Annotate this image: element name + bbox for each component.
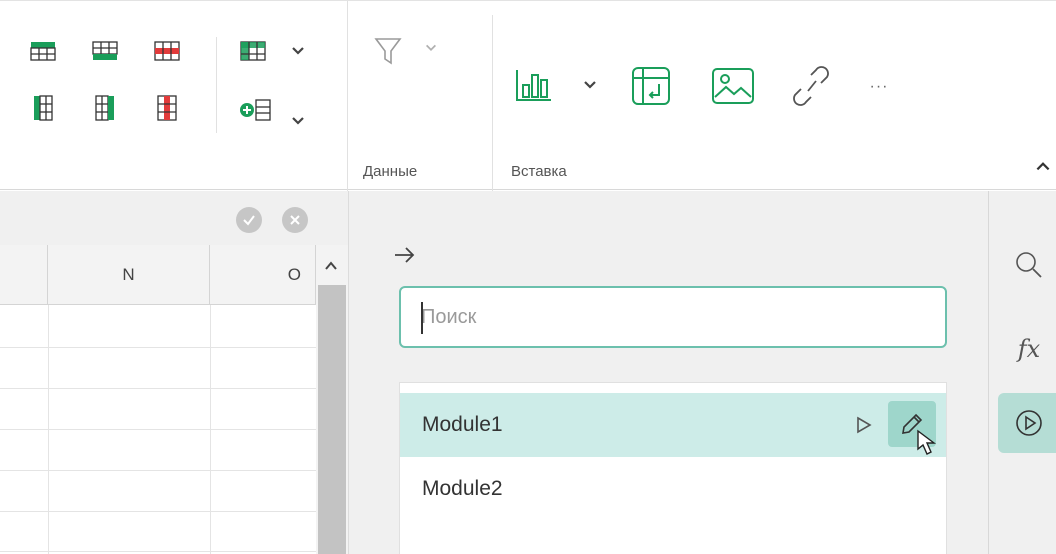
- insert-row-below-button[interactable]: [88, 37, 122, 65]
- image-icon: [712, 68, 754, 104]
- module-list: Module1 Module2: [399, 382, 947, 554]
- module-label: Module2: [422, 477, 503, 500]
- chevron-down-icon[interactable]: [290, 43, 306, 64]
- right-sidebar: fx: [988, 191, 1056, 554]
- scroll-up-arrow-icon[interactable]: [324, 259, 338, 277]
- chevron-down-icon[interactable]: [582, 77, 598, 98]
- insert-column-left-icon: [34, 95, 53, 121]
- pivot-table-icon: [632, 67, 670, 105]
- spreadsheet-grid: N O: [0, 245, 348, 554]
- chevron-up-icon[interactable]: [1034, 157, 1052, 180]
- text-caret: [421, 302, 423, 334]
- filter-button[interactable]: [368, 31, 408, 71]
- insert-cells-button[interactable]: [236, 95, 276, 125]
- filter-icon: [374, 38, 402, 65]
- search-box: [399, 286, 947, 348]
- function-fx-icon: fx: [1017, 335, 1041, 363]
- macro-panel-button[interactable]: [998, 393, 1056, 453]
- column-label: N: [122, 264, 135, 284]
- more-button[interactable]: ···: [864, 75, 894, 99]
- confirm-button[interactable]: [236, 207, 262, 233]
- group-label-data: Данные: [363, 163, 418, 180]
- insert-column-right-button[interactable]: [90, 91, 120, 125]
- mouse-cursor-icon: [917, 429, 937, 455]
- table-style-button[interactable]: [236, 37, 270, 65]
- delete-column-icon: [157, 95, 177, 121]
- table-grid-icon: [240, 41, 266, 61]
- cancel-button[interactable]: [282, 207, 308, 233]
- link-icon: [793, 66, 829, 106]
- search-panel-button[interactable]: [998, 235, 1056, 295]
- run-macro-button[interactable]: [850, 411, 878, 439]
- search-icon: [1016, 252, 1042, 278]
- chart-button[interactable]: [512, 63, 556, 107]
- module-label: Module1: [422, 413, 503, 436]
- delete-column-button[interactable]: [152, 91, 182, 125]
- chart-icon: [516, 70, 551, 101]
- arrow-right-icon[interactable]: [393, 245, 417, 270]
- list-item-module1[interactable]: Module1: [400, 393, 946, 457]
- insert-row-above-button[interactable]: [26, 37, 60, 65]
- search-input[interactable]: [421, 302, 921, 332]
- insert-image-button[interactable]: [706, 61, 760, 111]
- delete-row-button[interactable]: [150, 37, 184, 65]
- scroll-thumb[interactable]: [318, 285, 346, 554]
- chevron-down-icon[interactable]: [424, 41, 438, 60]
- function-panel-button[interactable]: fx: [998, 319, 1056, 379]
- formula-bar: [0, 191, 348, 245]
- ribbon-toolbar: Данные ··· Вставка: [0, 0, 1056, 191]
- column-header-n[interactable]: N: [48, 245, 210, 305]
- delete-row-icon: [154, 41, 180, 61]
- column-header-partial[interactable]: [0, 245, 48, 305]
- group-label-insert: Вставка: [511, 163, 567, 180]
- play-macro-icon: [1016, 410, 1042, 436]
- column-label: O: [287, 264, 301, 284]
- insert-cells-icon: [240, 99, 271, 121]
- insert-column-left-button[interactable]: [28, 91, 58, 125]
- insert-column-right-icon: [95, 95, 114, 121]
- list-item-module2[interactable]: Module2: [400, 457, 946, 521]
- more-dots-icon: ···: [869, 78, 889, 95]
- chevron-down-icon[interactable]: [290, 113, 306, 134]
- play-icon: [857, 416, 872, 434]
- close-icon: [290, 215, 300, 225]
- insert-link-button[interactable]: [786, 61, 836, 111]
- insert-row-below-icon: [92, 41, 118, 60]
- macro-panel: Module1 Module2: [348, 191, 988, 554]
- insert-row-above-icon: [30, 42, 56, 61]
- pivot-table-button[interactable]: [626, 61, 676, 111]
- column-header-o[interactable]: O: [210, 245, 316, 305]
- check-icon: [243, 215, 255, 226]
